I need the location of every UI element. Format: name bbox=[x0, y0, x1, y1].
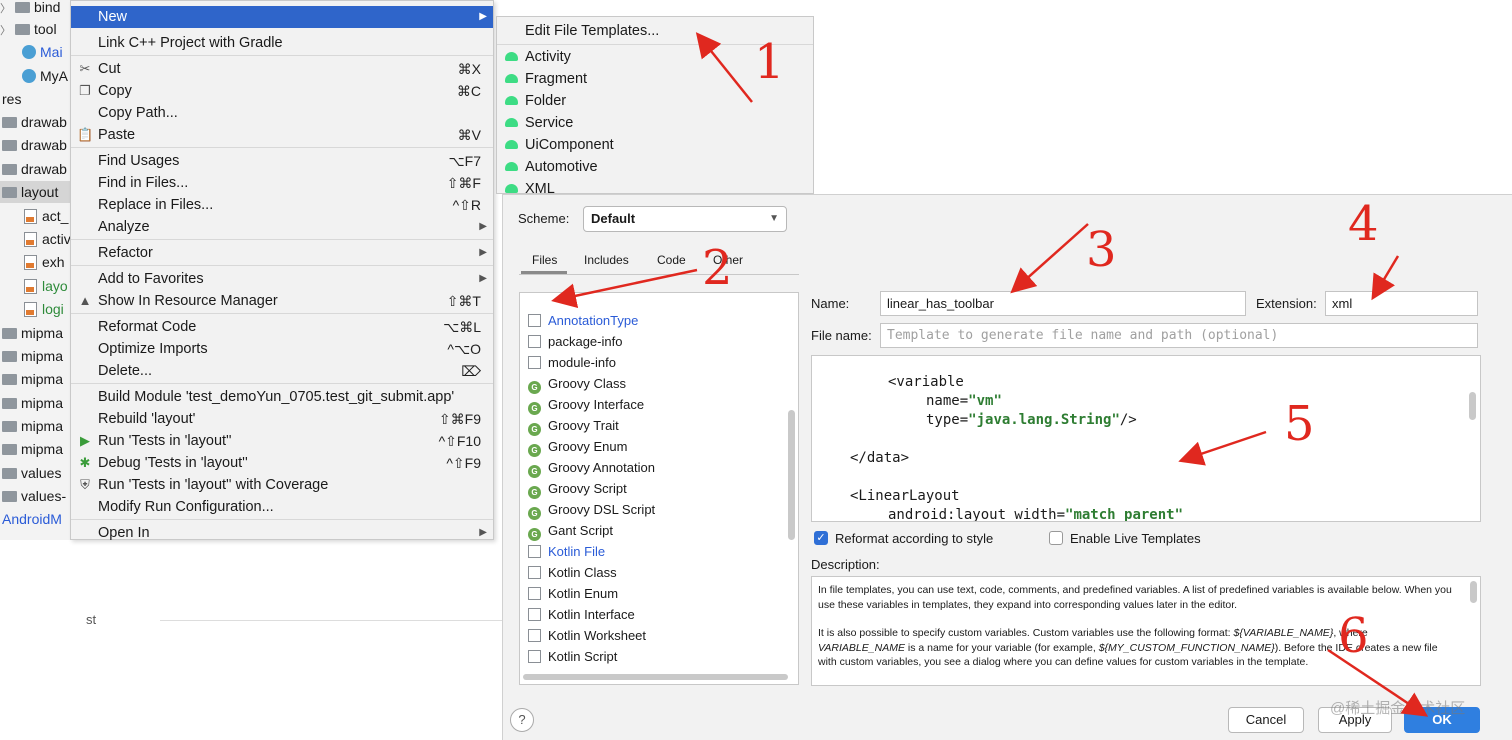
arrow-4 bbox=[1371, 255, 1400, 301]
annotation-number-6: 6 bbox=[1338, 608, 1369, 664]
arrow-2 bbox=[551, 268, 698, 309]
arrow-5 bbox=[1178, 430, 1267, 466]
annotation-number-5: 5 bbox=[1284, 396, 1315, 452]
annotation-arrows bbox=[551, 32, 1429, 717]
arrow-3 bbox=[1010, 223, 1089, 294]
annotation-number-3: 3 bbox=[1086, 222, 1117, 278]
annotation-number-1: 1 bbox=[754, 34, 785, 90]
annotation-number-2: 2 bbox=[702, 240, 733, 296]
arrow-1 bbox=[695, 32, 753, 103]
annotation-number-4: 4 bbox=[1348, 196, 1379, 252]
